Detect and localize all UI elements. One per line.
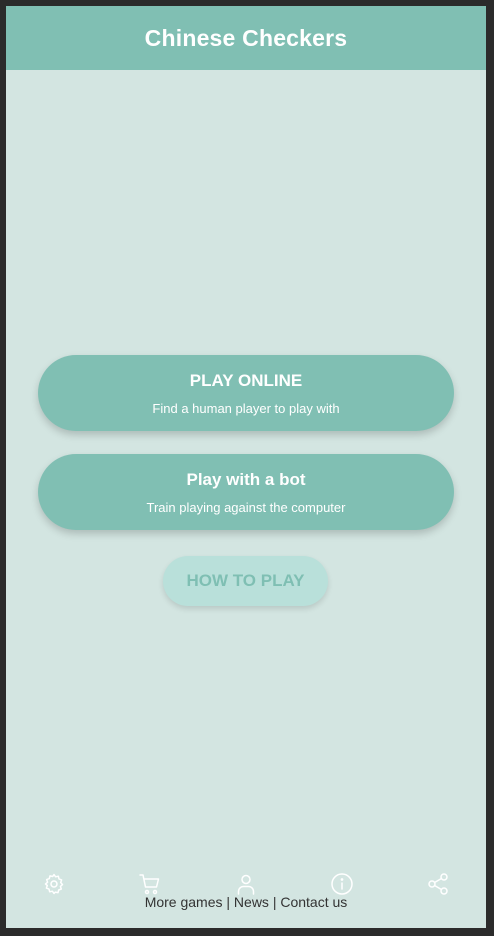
play-bot-subtitle: Train playing against the computer — [146, 499, 346, 515]
app-window: Chinese Checkers PLAY ONLINE Find a huma… — [6, 6, 486, 928]
footer-links: More games | News | Contact us — [6, 894, 486, 910]
share-icon[interactable] — [426, 872, 450, 896]
how-to-play-label: HOW TO PLAY — [186, 571, 305, 590]
play-bot-label: Play with a bot — [186, 469, 306, 489]
footer-separator: | — [272, 894, 277, 910]
footer-separator: | — [226, 894, 231, 910]
how-to-play-button[interactable]: HOW TO PLAY — [163, 556, 328, 606]
user-icon[interactable] — [234, 872, 258, 896]
info-icon[interactable] — [330, 872, 354, 896]
app-header: Chinese Checkers — [6, 6, 486, 70]
app-title: Chinese Checkers — [144, 24, 348, 51]
news-link[interactable]: News — [234, 894, 269, 910]
play-online-subtitle: Find a human player to play with — [152, 400, 340, 416]
gear-icon[interactable] — [42, 872, 66, 896]
cart-icon[interactable] — [138, 872, 162, 896]
play-online-button[interactable]: PLAY ONLINE Find a human player to play … — [38, 355, 454, 431]
play-online-label: PLAY ONLINE — [189, 370, 303, 390]
more-games-link[interactable]: More games — [145, 894, 223, 910]
play-bot-button[interactable]: Play with a bot Train playing against th… — [38, 454, 454, 530]
contact-us-link[interactable]: Contact us — [280, 894, 347, 910]
